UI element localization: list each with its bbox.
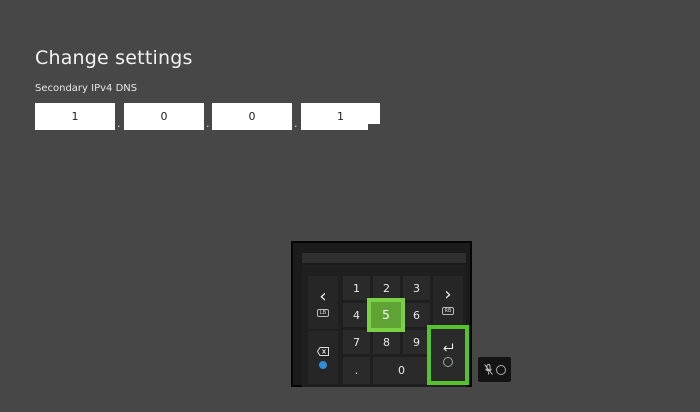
voice-input-indicator[interactable] <box>478 357 511 382</box>
key-0[interactable]: 0 <box>373 357 430 384</box>
page-title: Change settings <box>35 47 193 69</box>
key-6[interactable]: 6 <box>403 303 430 327</box>
key-9[interactable]: 9 <box>403 330 430 354</box>
chevron-left-icon: ‹ <box>319 285 327 307</box>
view-button-icon <box>495 364 506 375</box>
ip-separator: . <box>294 117 298 130</box>
key-1[interactable]: 1 <box>343 276 370 300</box>
enter-key[interactable] <box>427 325 469 385</box>
key-decimal[interactable]: . <box>343 357 370 384</box>
backspace-icon <box>317 346 329 356</box>
move-right-key[interactable]: › RB <box>433 276 463 325</box>
key-7[interactable]: 7 <box>343 330 370 354</box>
cursor-notch <box>368 124 380 130</box>
chevron-right-icon: › <box>444 283 452 305</box>
key-5-focused[interactable]: 5 <box>367 298 405 332</box>
x-button-icon <box>319 360 327 369</box>
enter-icon <box>443 343 454 352</box>
rb-button-icon: RB <box>441 306 455 315</box>
move-left-key[interactable]: ‹ LB <box>308 276 338 329</box>
backspace-key[interactable] <box>308 331 338 384</box>
mic-off-icon <box>483 364 493 375</box>
field-label: Secondary IPv4 DNS <box>35 83 138 94</box>
menu-button-icon <box>443 357 453 367</box>
keypad-header <box>302 253 466 263</box>
lb-button-icon: LB <box>316 308 330 317</box>
ip-separator: . <box>206 117 210 130</box>
ip-octet-3[interactable]: 0 <box>212 103 292 130</box>
key-3[interactable]: 3 <box>403 276 430 300</box>
ip-octet-2[interactable]: 0 <box>124 103 204 130</box>
key-8[interactable]: 8 <box>373 330 400 354</box>
ip-separator: . <box>117 117 121 130</box>
ip-octet-1[interactable]: 1 <box>35 103 115 130</box>
key-2[interactable]: 2 <box>373 276 400 300</box>
key-4[interactable]: 4 <box>343 303 370 327</box>
